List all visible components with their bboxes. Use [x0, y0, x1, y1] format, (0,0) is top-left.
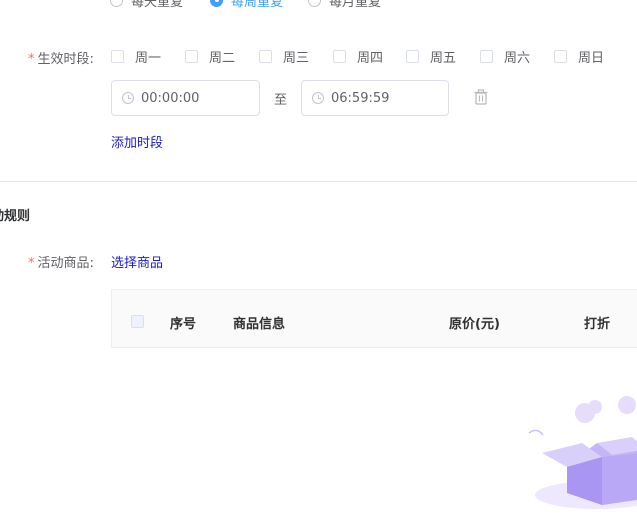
radio-weekly[interactable]: 每周重复 [210, 0, 284, 10]
radio-daily[interactable]: 每天重复 [110, 0, 184, 10]
day-label: 周一 [135, 50, 162, 66]
required-mark: * [28, 52, 35, 67]
day-label: 周五 [430, 50, 457, 66]
checkbox[interactable] [111, 49, 124, 63]
radio-circle[interactable] [110, 0, 123, 7]
start-time-value: 00:00:00 [141, 90, 200, 106]
time-range-separator: 至 [274, 93, 288, 108]
select-goods-link[interactable]: 选择商品 [111, 252, 163, 271]
radio-daily-label: 每天重复 [131, 0, 184, 10]
goods-table: 序号 商品信息 原价(元) 打折 [111, 289, 637, 348]
effective-period-label-text: 生效时段: [37, 52, 94, 67]
day-label: 周六 [504, 50, 531, 66]
radio-weekly-label: 每周重复 [231, 0, 284, 10]
day-checkbox-thu[interactable]: 周四 [333, 48, 384, 66]
start-time-input[interactable]: 00:00:00 [111, 80, 260, 116]
table-header-original-price: 原价(元) [449, 317, 500, 332]
table-header-index: 序号 [170, 317, 197, 332]
day-label: 周日 [578, 50, 605, 66]
day-label: 周四 [357, 50, 384, 66]
day-checkbox-tue[interactable]: 周二 [185, 48, 236, 66]
section-title: 动规则 [0, 209, 31, 224]
day-checkbox-sun[interactable]: 周日 [554, 48, 605, 66]
add-period-link[interactable]: 添加时段 [111, 132, 163, 151]
empty-box-icon [528, 396, 637, 509]
end-time-value: 06:59:59 [331, 90, 390, 106]
select-all-checkbox[interactable] [131, 315, 144, 328]
table-header-product-info: 商品信息 [233, 317, 286, 332]
checkbox[interactable] [554, 49, 567, 63]
activity-goods-label-text: 活动商品: [37, 256, 94, 271]
radio-monthly[interactable]: 每月重复 [308, 0, 382, 10]
table-header-discount: 打折 [584, 317, 611, 332]
day-checkbox-sat[interactable]: 周六 [480, 48, 531, 66]
end-time-input[interactable]: 06:59:59 [301, 80, 449, 116]
clock-icon [122, 92, 134, 104]
checkbox[interactable] [259, 49, 272, 63]
activity-goods-label: * 活动商品: [28, 252, 94, 271]
trash-icon[interactable] [472, 88, 490, 106]
checkbox[interactable] [333, 49, 346, 63]
checkbox[interactable] [406, 49, 419, 63]
day-checkbox-wed[interactable]: 周三 [259, 48, 310, 66]
effective-period-label: * 生效时段: [28, 48, 94, 67]
checkbox[interactable] [480, 49, 493, 63]
radio-circle[interactable] [210, 0, 223, 7]
checkbox[interactable] [185, 49, 198, 63]
section-divider [0, 181, 637, 182]
radio-monthly-label: 每月重复 [329, 0, 382, 10]
day-label: 周三 [283, 50, 310, 66]
required-mark: * [28, 256, 35, 271]
radio-circle[interactable] [308, 0, 321, 7]
day-checkbox-mon[interactable]: 周一 [111, 48, 162, 66]
clock-icon [312, 92, 324, 104]
day-label: 周二 [209, 50, 236, 66]
day-checkbox-fri[interactable]: 周五 [406, 48, 457, 66]
